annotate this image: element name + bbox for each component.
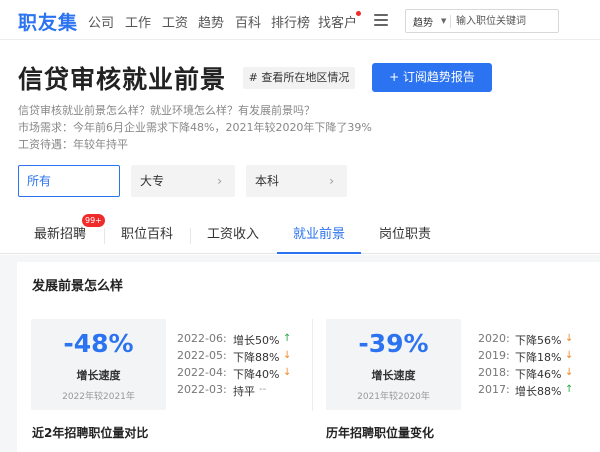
tab-employment-prospects[interactable]: 就业前景 — [277, 218, 361, 254]
trend-date: 2022-06: — [177, 332, 227, 345]
growth-label: 增长速度 — [371, 369, 416, 382]
growth-card-2022: -48% 增长速度 2022年较2021年 — [31, 319, 166, 410]
trend-value: 持平 — [233, 385, 255, 398]
tab-position-wiki[interactable]: 职位百科 — [105, 218, 189, 254]
search-type-select[interactable]: 趋势 — [413, 14, 433, 29]
trend-value: 增长50% — [233, 334, 280, 347]
filter-all[interactable]: 所有 — [18, 165, 120, 197]
trend-value: 下降40% — [233, 368, 280, 381]
page-title: 信贷审核就业前景 — [18, 65, 227, 94]
arrow-up-icon: ↑ — [283, 333, 292, 344]
flat-dash-icon: -- — [259, 384, 267, 395]
arrow-down-icon: ↓ — [565, 350, 574, 361]
card-divider — [312, 319, 313, 411]
search-input[interactable] — [456, 13, 556, 29]
trend-value: 下降56% — [515, 334, 562, 347]
search-divider — [450, 15, 451, 28]
nav-item-jobs[interactable]: 工作 — [125, 12, 151, 31]
filter-label: 本科 — [255, 174, 280, 188]
growth-label: 增长速度 — [76, 369, 121, 382]
tab-job-duties[interactable]: 岗位职责 — [363, 218, 447, 254]
filter-label: 大专 — [140, 174, 165, 188]
notification-dot — [356, 11, 361, 16]
trend-value: 下降88% — [233, 351, 280, 364]
desc-market-demand: 市场需求：今年前6月企业需求下降48%，2021年较2020年下降了39% — [18, 121, 372, 134]
growth-value: -39% — [358, 329, 429, 358]
arrow-up-icon: ↑ — [565, 384, 574, 395]
growth-note: 2021年较2020年 — [357, 392, 430, 402]
tab-salary-income[interactable]: 工资收入 — [191, 218, 275, 254]
subscribe-report-button[interactable]: + 订阅趋势报告 — [372, 63, 492, 92]
subtitle-two-year-comparison: 近2年招聘职位量对比 — [32, 426, 149, 440]
growth-card-2021: -39% 增长速度 2021年较2020年 — [326, 319, 461, 410]
arrow-down-icon: ↓ — [283, 367, 292, 378]
subtitle-yearly-change: 历年招聘职位量变化 — [326, 426, 435, 440]
chevron-right-icon: › — [217, 174, 222, 188]
filter-bachelor[interactable]: 本科 › — [246, 165, 347, 197]
trend-value: 增长88% — [515, 385, 562, 398]
nav-item-find-clients[interactable]: 找客户 — [318, 12, 357, 31]
new-jobs-badge: 99+ — [82, 214, 105, 227]
growth-note: 2022年较2021年 — [62, 392, 135, 402]
nav-item-wiki[interactable]: 百科 — [235, 12, 261, 31]
search-box: 趋势 ▼ — [405, 9, 559, 33]
view-region-button[interactable]: # 查看所在地区情况 — [243, 67, 355, 89]
nav-item-salary[interactable]: 工资 — [162, 12, 188, 31]
trend-date: 2022-05: — [177, 349, 227, 362]
trend-date: 2022-03: — [177, 383, 227, 396]
trend-date: 2017: — [478, 383, 510, 396]
chevron-right-icon: › — [329, 174, 334, 188]
site-logo[interactable]: 职友集 — [18, 8, 78, 35]
nav-item-rankings[interactable]: 排行榜 — [271, 12, 310, 31]
top-nav: 职友集 公司 工作 工资 趋势 百科 排行榜 找客户 趋势 ▼ — [0, 0, 600, 40]
nav-item-trends[interactable]: 趋势 — [198, 12, 224, 31]
arrow-down-icon: ↓ — [565, 367, 574, 378]
desc-salary: 工资待遇：年较年持平 — [18, 138, 128, 151]
trend-date: 2020: — [478, 332, 510, 345]
nav-item-company[interactable]: 公司 — [88, 12, 114, 31]
trend-date: 2022-04: — [177, 366, 227, 379]
section-title: 发展前景怎么样 — [32, 279, 124, 294]
arrow-down-icon: ↓ — [565, 333, 574, 344]
filter-label: 所有 — [27, 174, 52, 188]
filter-junior-college[interactable]: 大专 › — [131, 165, 235, 197]
trend-date: 2019: — [478, 349, 510, 362]
trend-value: 下降18% — [515, 351, 562, 364]
trend-date: 2018: — [478, 366, 510, 379]
growth-value: -48% — [63, 329, 134, 358]
desc-question: 信贷审核就业前景怎么样？就业环境怎么样？有发展前景吗？ — [18, 104, 315, 117]
trend-value: 下降46% — [515, 368, 562, 381]
arrow-down-icon: ↓ — [283, 350, 292, 361]
menu-list-icon[interactable] — [374, 14, 388, 26]
chevron-down-icon[interactable]: ▼ — [441, 17, 446, 25]
